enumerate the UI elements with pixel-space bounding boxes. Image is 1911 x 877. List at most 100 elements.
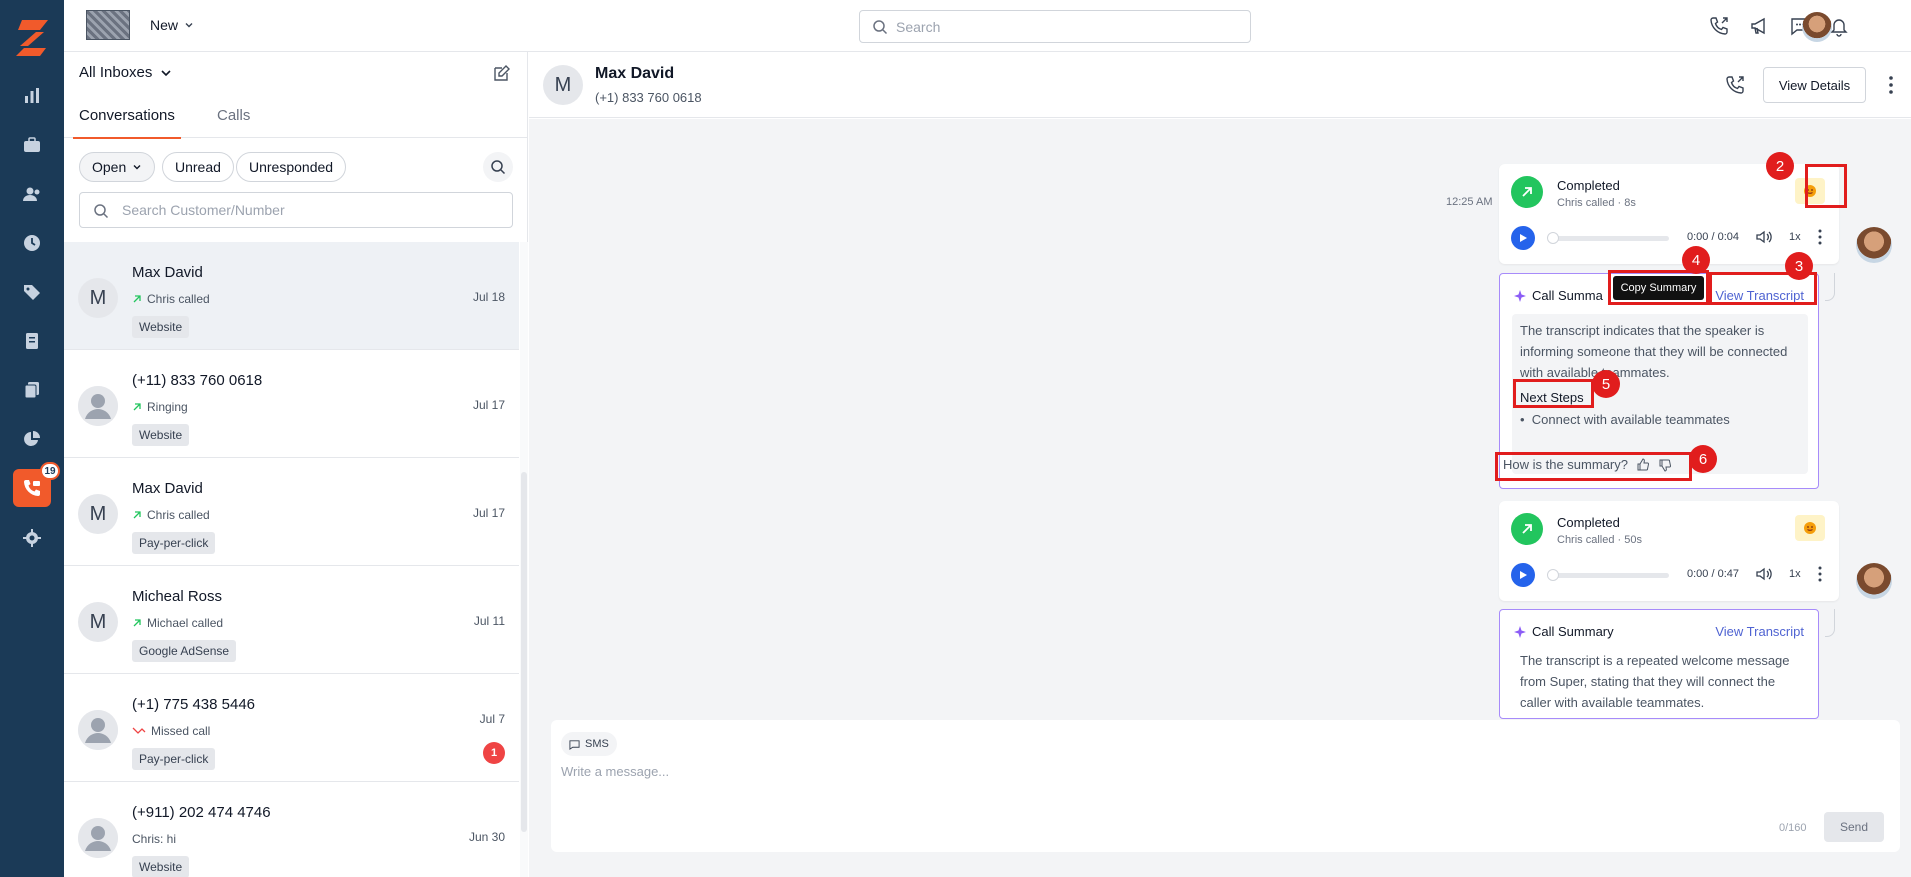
filter-search-button[interactable] — [483, 152, 513, 182]
audio-progress-handle[interactable] — [1547, 569, 1559, 581]
inbox-selector-label: All Inboxes — [79, 64, 153, 81]
audio-progress-track[interactable] — [1551, 236, 1669, 241]
annotation-box — [1608, 270, 1709, 305]
app-logo[interactable] — [14, 18, 50, 58]
inbox-selector[interactable]: All Inboxes — [79, 64, 172, 81]
settings-icon[interactable] — [14, 520, 50, 556]
tab-conversations[interactable]: Conversations — [73, 92, 181, 139]
play-button[interactable] — [1511, 226, 1535, 250]
source-tag: Pay-per-click — [132, 748, 216, 770]
thread-connector — [1825, 273, 1835, 301]
message-input[interactable]: Write a message... — [561, 764, 669, 779]
unread-count-badge: 1 — [483, 742, 505, 764]
megaphone-icon[interactable] — [1748, 14, 1772, 38]
contact-name: Max David — [132, 264, 203, 281]
tab-calls[interactable]: Calls — [217, 92, 250, 138]
agent-avatar — [1856, 563, 1892, 599]
list-scrollbar-thumb[interactable] — [521, 472, 527, 832]
avatar — [78, 818, 118, 858]
more-vertical-icon[interactable] — [1815, 565, 1825, 583]
message-timestamp: 12:25 AM — [1446, 196, 1493, 208]
call-status: Completed — [1557, 178, 1620, 193]
reports-icon[interactable] — [14, 78, 50, 114]
playback-speed[interactable]: 1x — [1789, 568, 1801, 580]
history-icon[interactable] — [14, 225, 50, 261]
filter-unresponded[interactable]: Unresponded — [236, 152, 347, 182]
top-bar: New Search — [64, 0, 1911, 52]
compose-icon[interactable] — [492, 63, 512, 83]
call-status: Completed — [1557, 515, 1620, 530]
conversation-date: Jul 17 — [472, 398, 505, 412]
global-search-input[interactable]: Search — [859, 10, 1251, 43]
annotation-marker: 5 — [1592, 370, 1620, 398]
new-button[interactable]: New — [150, 17, 194, 33]
play-button[interactable] — [1511, 563, 1535, 587]
avatar: M — [543, 65, 583, 105]
conversation-date: Jul 7 — [479, 712, 505, 726]
list-item[interactable]: M Micheal Ross Michael called Google AdS… — [64, 566, 519, 674]
dialer-icon[interactable] — [1708, 14, 1732, 38]
person-icon — [78, 710, 118, 750]
filter-unread[interactable]: Unread — [162, 152, 234, 182]
person-icon — [78, 818, 118, 858]
conversation-date: Jun 30 — [468, 830, 505, 844]
last-activity-text: Chris called — [147, 292, 210, 306]
completed-call-icon — [1511, 176, 1543, 208]
last-activity: Chris: hi — [132, 832, 176, 846]
source-tag: Pay-per-click — [132, 532, 216, 554]
sms-icon — [569, 739, 580, 750]
character-counter: 0/160 — [1779, 822, 1807, 834]
audio-progress-handle[interactable] — [1547, 232, 1559, 244]
list-item[interactable]: M Max David Chris called Pay-per-click J… — [64, 458, 519, 566]
conversation-panel: All Inboxes Conversations Calls Open Unr… — [64, 52, 528, 877]
audio-time: 0:00 / 0:04 — [1687, 231, 1739, 243]
annotation-marker: 4 — [1682, 246, 1710, 274]
list-item[interactable]: (+11) 833 760 0618 Ringing Website Jul 1… — [64, 350, 519, 458]
global-search-placeholder: Search — [896, 18, 941, 35]
volume-icon[interactable] — [1755, 565, 1773, 583]
contacts-icon[interactable] — [14, 176, 50, 212]
more-vertical-icon[interactable] — [1815, 228, 1825, 246]
source-tag: Website — [132, 424, 190, 446]
source-tag: Google AdSense — [132, 640, 237, 662]
call-icon[interactable] — [1725, 74, 1747, 96]
annotation-box — [1805, 164, 1847, 208]
volume-icon[interactable] — [1755, 228, 1773, 246]
view-details-button[interactable]: View Details — [1763, 67, 1866, 103]
files-icon[interactable] — [14, 372, 50, 408]
annotation-box — [1495, 452, 1692, 481]
agent-avatar — [1856, 227, 1892, 263]
channel-selector[interactable]: SMS — [561, 732, 617, 756]
briefcase-icon[interactable] — [14, 127, 50, 163]
contact-name: (+11) 833 760 0618 — [132, 372, 263, 389]
contact-name: (+1) 775 438 5446 — [132, 696, 256, 713]
filter-open[interactable]: Open — [79, 152, 156, 182]
pie-chart-icon[interactable] — [14, 421, 50, 457]
outgoing-call-icon — [133, 295, 141, 303]
user-avatar[interactable] — [1802, 12, 1832, 42]
list-item[interactable]: (+1) 775 438 5446 Missed call Pay-per-cl… — [64, 674, 519, 782]
conversation-date: Jul 11 — [473, 614, 505, 628]
company-logo[interactable] — [86, 10, 130, 40]
more-vertical-icon[interactable] — [1881, 74, 1901, 96]
channel-label: SMS — [585, 738, 609, 750]
bullet-icon: • — [1520, 412, 1532, 427]
list-item[interactable]: (+911) 202 474 4746 Chris: hi Website Ju… — [64, 782, 519, 877]
document-icon[interactable] — [14, 323, 50, 359]
last-activity: Missed call — [132, 724, 210, 738]
send-button[interactable]: Send — [1824, 812, 1884, 842]
call-summary-title: Call Summary — [1514, 624, 1614, 639]
sentiment-icon[interactable] — [1795, 515, 1825, 541]
annotation-box — [1513, 379, 1594, 408]
search-icon — [873, 20, 888, 35]
avatar: M — [78, 278, 118, 318]
conversation-date: Jul 17 — [472, 506, 505, 520]
audio-progress-track[interactable] — [1551, 573, 1669, 578]
playback-speed[interactable]: 1x — [1789, 231, 1801, 243]
last-activity-text: Missed call — [151, 724, 211, 738]
view-transcript-link[interactable]: View Transcript — [1715, 624, 1804, 639]
list-item[interactable]: M Max David Chris called Website Jul 18 — [64, 242, 519, 350]
customer-search-input[interactable]: Search Customer/Number — [79, 192, 513, 228]
contact-name: Max David — [132, 480, 203, 497]
tag-icon[interactable] — [14, 274, 50, 310]
